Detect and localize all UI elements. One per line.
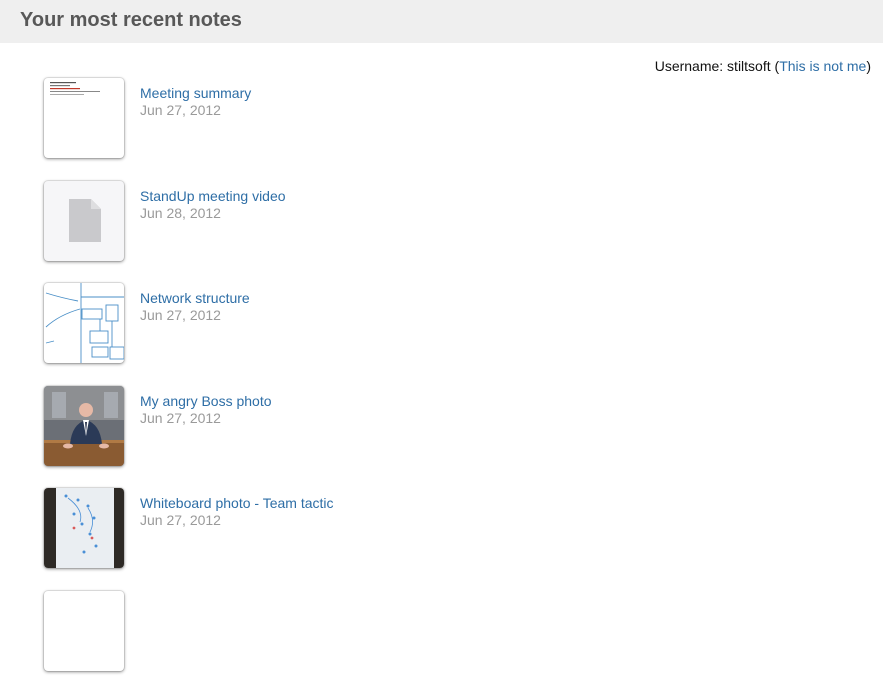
note-title[interactable]: My angry Boss photo [140,393,272,409]
note-date: Jun 27, 2012 [140,409,221,426]
page-title: Your most recent notes [20,9,242,31]
note-thumbnail[interactable] [44,488,124,568]
username-line: Username: stiltsoft (This is not me) [655,58,871,74]
note-thumbnail[interactable] [44,385,124,466]
note-date: Jun 27, 2012 [140,102,221,118]
not-me-link[interactable]: This is not me [779,58,866,74]
file-icon [69,198,101,242]
note-thumbnail[interactable] [44,78,124,158]
note-date: Jun 28, 2012 [140,204,221,221]
note-title[interactable]: Network structure [140,290,250,306]
username-suffix: ) [866,58,871,74]
note-thumbnail[interactable] [44,590,124,671]
note-title[interactable]: StandUp meeting video [140,188,286,204]
page-header: Your most recent notes [0,0,883,43]
note-title[interactable]: Whiteboard photo - Team tactic [140,495,334,511]
note-date: Jun 27, 2012 [140,307,221,323]
username-text: Username: stiltsoft ( [654,58,780,74]
note-thumbnail[interactable] [44,180,124,261]
note-thumbnail[interactable] [44,283,124,363]
note-date: Jun 27, 2012 [140,512,221,528]
note-title[interactable]: Meeting summary [140,85,251,101]
